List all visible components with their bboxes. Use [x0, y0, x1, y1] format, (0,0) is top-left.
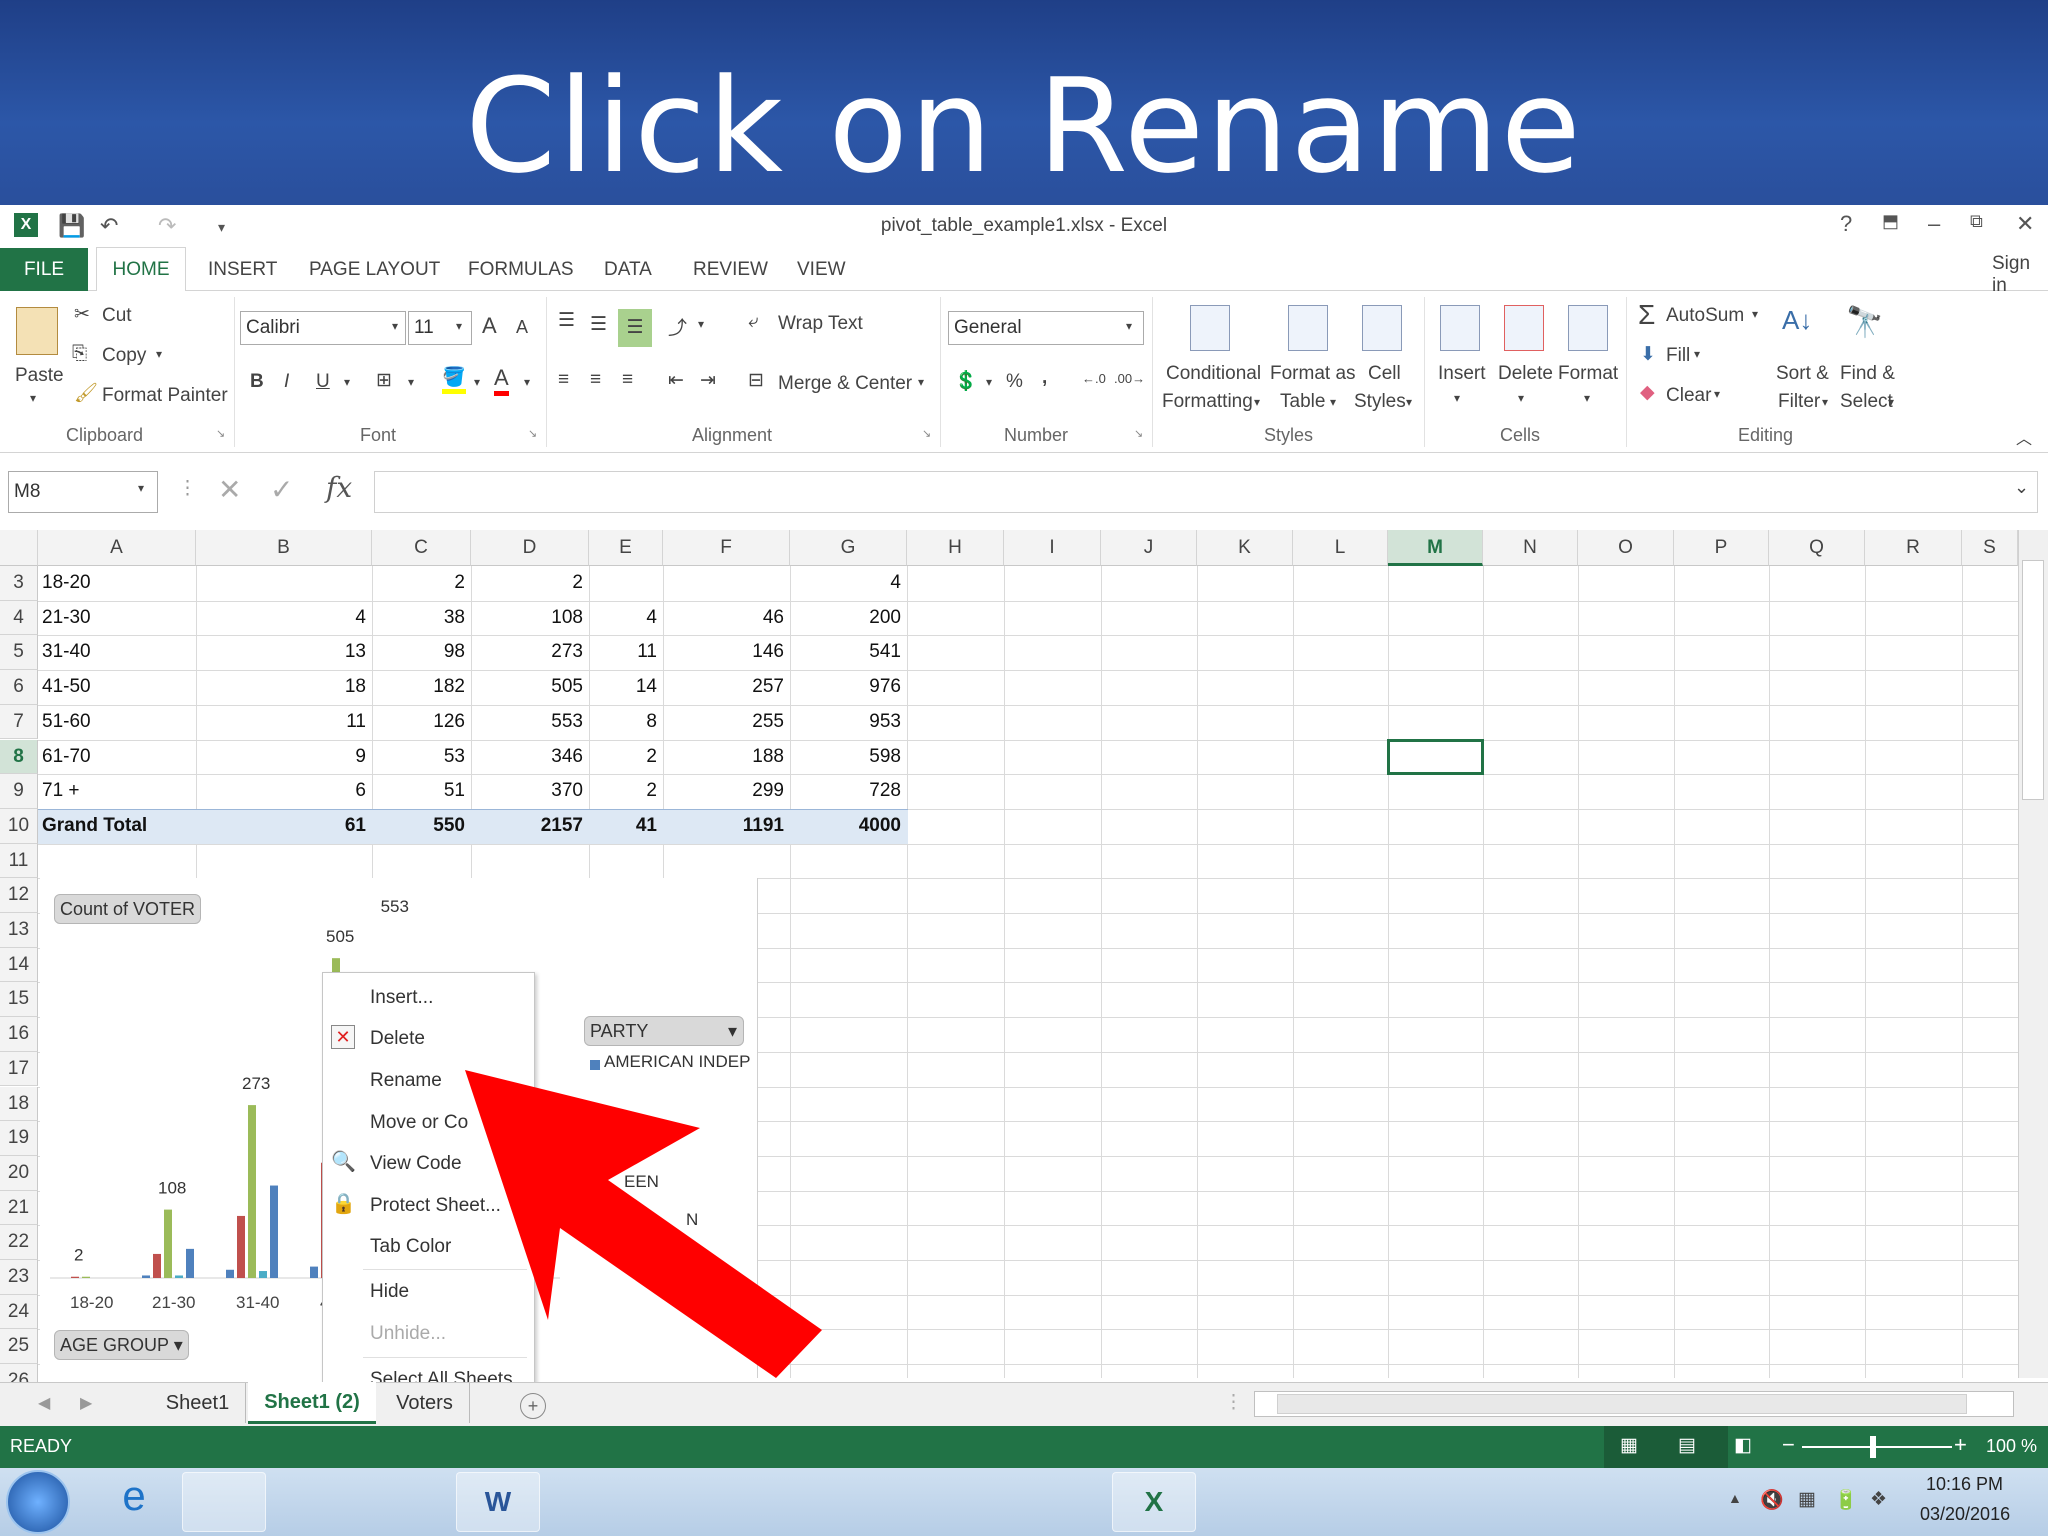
- splitter-icon[interactable]: ⋮: [1224, 1391, 1243, 1414]
- normal-view-icon[interactable]: ▦: [1620, 1434, 1638, 1457]
- sheet-tabs-bar: ◀ ▶ Sheet1 Sheet1 (2) Voters + ⋮: [0, 1382, 2048, 1426]
- sheet-tab-sheet1-2[interactable]: Sheet1 (2): [248, 1382, 376, 1424]
- word-icon[interactable]: W: [456, 1472, 540, 1532]
- sheet-tab-voters[interactable]: Voters: [380, 1383, 470, 1423]
- annotation-arrow: [465, 1070, 822, 1378]
- new-sheet-icon[interactable]: +: [520, 1393, 546, 1419]
- zoom-in-button[interactable]: +: [1954, 1432, 1967, 1458]
- file-explorer-icon[interactable]: [182, 1472, 266, 1532]
- windows-taskbar: e W X ▲ 🔇 ▦ 🔋 ❖ 10:16 PM 03/20/2016: [0, 1468, 2048, 1536]
- media-player-icon[interactable]: [272, 1472, 356, 1532]
- horizontal-scrollbar[interactable]: [1254, 1391, 2014, 1417]
- horizontal-scroll-thumb[interactable]: [1277, 1394, 1967, 1414]
- app-icon[interactable]: [830, 1472, 914, 1532]
- power-icon[interactable]: 🔋: [1834, 1488, 1858, 1512]
- chrome-icon[interactable]: [738, 1472, 822, 1532]
- app-icon[interactable]: [550, 1472, 634, 1532]
- powerpoint-icon[interactable]: [924, 1472, 1008, 1532]
- start-button-icon[interactable]: [6, 1470, 70, 1534]
- dropbox-icon[interactable]: ❖: [1870, 1488, 1887, 1511]
- app-icon[interactable]: [362, 1472, 446, 1532]
- clock-date[interactable]: 03/20/2016: [1920, 1504, 2010, 1525]
- internet-explorer-icon[interactable]: e: [92, 1472, 176, 1532]
- notes-icon[interactable]: [644, 1472, 728, 1532]
- show-hidden-icons[interactable]: ▲: [1728, 1490, 1742, 1506]
- page-layout-view-icon[interactable]: ▤: [1678, 1434, 1696, 1457]
- scroll-tabs-left-icon[interactable]: ◀: [38, 1393, 50, 1413]
- sheet-tab-sheet1[interactable]: Sheet1: [150, 1383, 246, 1423]
- scroll-tabs-right-icon[interactable]: ▶: [80, 1393, 92, 1413]
- excel-taskbar-icon[interactable]: X: [1112, 1472, 1196, 1532]
- volume-muted-icon[interactable]: 🔇: [1760, 1488, 1784, 1512]
- paint-icon[interactable]: [1016, 1472, 1100, 1532]
- zoom-slider[interactable]: [1802, 1446, 1952, 1448]
- zoom-level[interactable]: 100 %: [1986, 1436, 2037, 1457]
- status-ready: READY: [10, 1436, 73, 1456]
- clock-time[interactable]: 10:16 PM: [1926, 1474, 2003, 1495]
- network-icon[interactable]: ▦: [1798, 1488, 1816, 1511]
- zoom-slider-thumb[interactable]: [1870, 1436, 1876, 1458]
- page-break-view-icon[interactable]: ◧: [1734, 1434, 1752, 1457]
- status-bar: READY ▦ ▤ ◧ − + 100 %: [0, 1426, 2048, 1468]
- zoom-out-button[interactable]: −: [1782, 1432, 1795, 1458]
